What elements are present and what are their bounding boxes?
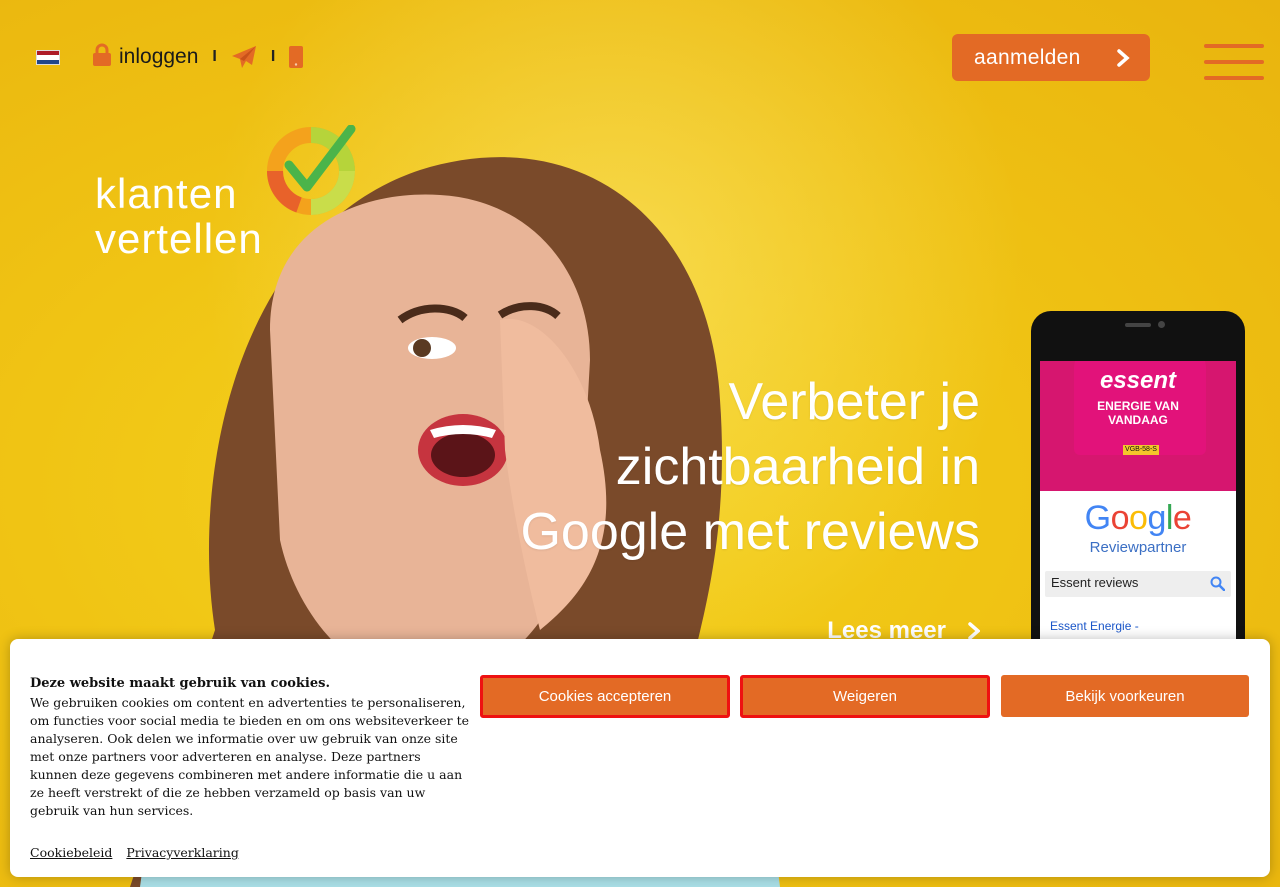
paper-plane-icon[interactable] [231,45,257,69]
license-plate: VGB-58-S [1123,445,1159,455]
essent-ad-image: essent ENERGIE VAN VANDAAG VGB-58-S [1040,361,1236,491]
reviewpartner-label: Reviewpartner [1089,539,1187,556]
site-logo[interactable]: klanten vertellen [95,125,360,260]
google-letter: g [1147,499,1166,537]
top-nav: inloggen I I [92,40,304,74]
tagline-line-1: ENERGIE VAN [1097,399,1179,413]
nav-separator: I [212,48,217,65]
google-letter: o [1110,499,1130,537]
google-letter: G [1084,499,1111,537]
privacy-statement-link[interactable]: Privacyverklaring [126,845,238,860]
reject-cookies-button[interactable]: Weigeren [740,675,990,718]
signup-label: aanmelden [974,45,1081,69]
headline-line-2: zichtbaarheid in [615,438,980,496]
cookie-body: We gebruiken cookies om content en adver… [30,695,470,818]
logo-word-2: vertellen [95,215,263,262]
headline-line-1: Verbeter je [728,373,981,431]
phone-speaker [1125,323,1151,327]
cookie-links: Cookiebeleid Privacyverklaring [30,845,249,860]
google-logo: Google [1040,499,1236,538]
logo-word-1: klanten [95,170,238,217]
essent-tagline: ENERGIE VAN VANDAAG [1040,399,1236,427]
google-letter: e [1172,499,1192,537]
language-flag-icon[interactable] [36,50,60,65]
login-link[interactable]: inloggen [119,45,198,69]
accept-cookies-button[interactable]: Cookies accepteren [480,675,730,718]
tagline-line-2: VANDAAG [1108,413,1168,427]
essent-logo: essent [1099,367,1177,394]
google-letter: l [1165,499,1174,537]
phone-camera [1158,321,1165,328]
phone-icon[interactable] [289,46,304,68]
view-preferences-button[interactable]: Bekijk voorkeuren [1001,675,1249,717]
cookie-banner: Deze website maakt gebruik van cookies. … [10,639,1270,877]
headline-line-3: Google met reviews [520,503,980,561]
hamburger-menu-icon[interactable] [1204,44,1264,80]
cookie-policy-link[interactable]: Cookiebeleid [30,845,112,860]
nav-separator: I [270,48,276,65]
lock-icon[interactable] [92,43,112,67]
search-icon [1210,576,1225,591]
phone-search-box: Essent reviews [1045,571,1231,597]
logo-check-circle-icon [266,125,356,215]
signup-button[interactable]: aanmelden [952,34,1150,81]
hero-headline: Verbeter je zichtbaarheid in Google met … [460,370,980,565]
cookie-title: Deze website maakt gebruik van cookies. [30,676,330,691]
chevron-right-icon [1117,49,1130,67]
chevron-right-icon [968,622,980,640]
phone-search-result: Essent Energie - [1050,619,1139,633]
google-letter: o [1129,499,1148,537]
phone-search-text: Essent reviews [1051,575,1139,590]
